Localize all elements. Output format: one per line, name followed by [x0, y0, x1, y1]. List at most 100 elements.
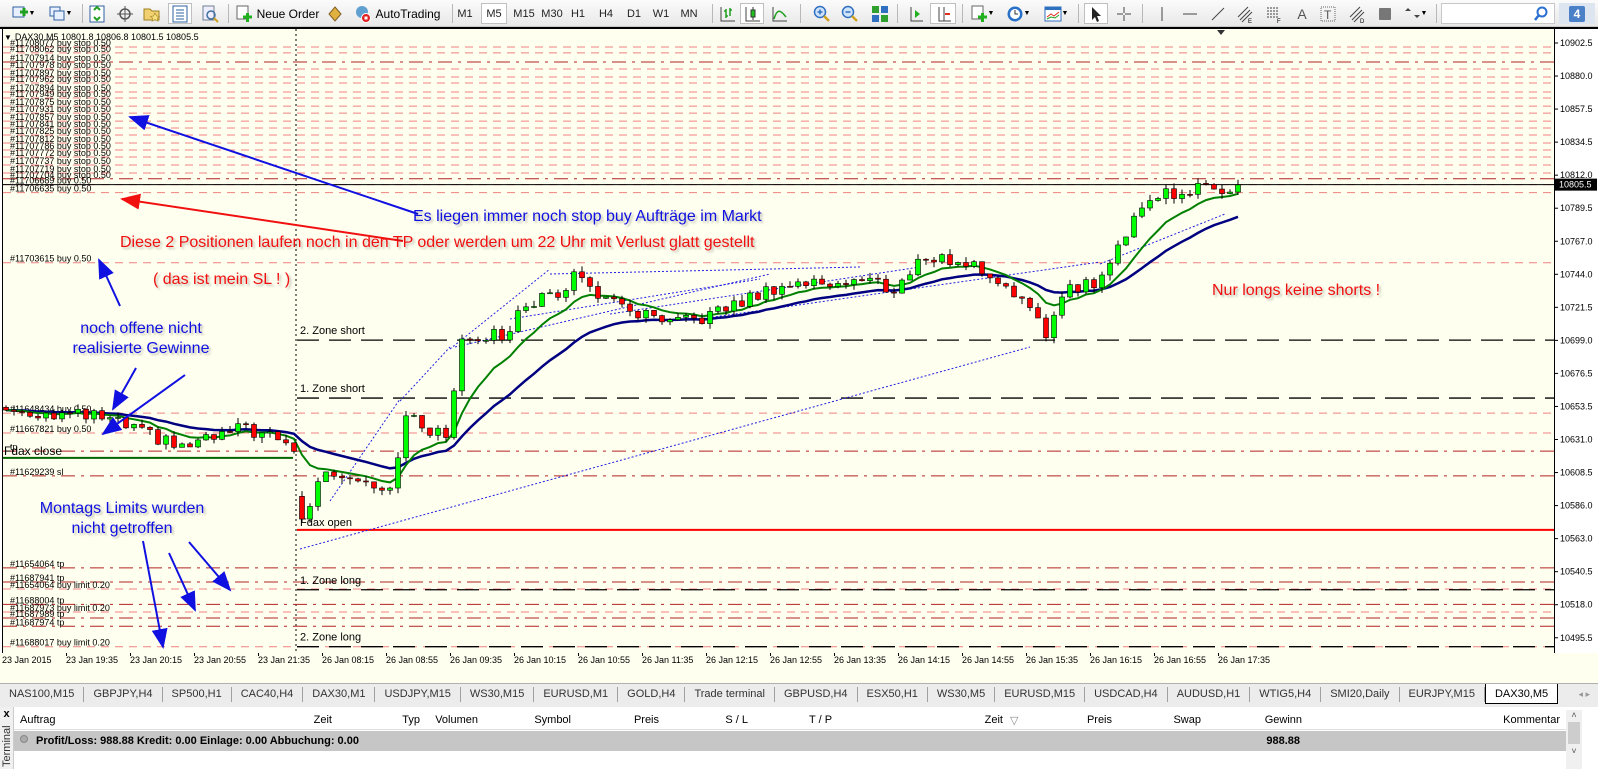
- text-label-button[interactable]: T: [1316, 3, 1340, 24]
- candle-body: [851, 279, 857, 285]
- chart-tab[interactable]: USDCAD,H4: [1085, 687, 1168, 702]
- price-tick-label: 10767.0: [1560, 236, 1593, 246]
- timeframe-d1[interactable]: D1: [621, 3, 647, 24]
- chart-tab[interactable]: EURUSD,M1: [534, 687, 619, 702]
- trendline-button[interactable]: [1206, 3, 1230, 24]
- cursor-button[interactable]: [1084, 3, 1108, 24]
- candle-body: [987, 273, 993, 279]
- col-swap[interactable]: Swap: [1173, 714, 1201, 726]
- chart-shift-button[interactable]: [930, 3, 956, 24]
- timeframe-m1[interactable]: M1: [452, 3, 478, 24]
- candle-body: [1219, 188, 1225, 194]
- chart-tab[interactable]: SMI20,Daily: [1321, 687, 1400, 702]
- new-order-button[interactable]: Neue Order: [234, 3, 320, 24]
- crosshair-button[interactable]: [1112, 3, 1136, 24]
- chart-tab[interactable]: WS30,M5: [928, 687, 996, 702]
- candle-body: [155, 429, 161, 445]
- col-volumen[interactable]: Volumen: [435, 714, 478, 726]
- search-input[interactable]: [1441, 3, 1555, 24]
- zoom-in-button[interactable]: [810, 3, 834, 24]
- chart-tab[interactable]: DAX30,M1: [303, 687, 376, 702]
- candle-body: [331, 471, 337, 477]
- col-typ[interactable]: Typ: [402, 714, 420, 726]
- chart-tab[interactable]: WTIG5,H4: [1250, 687, 1322, 702]
- scroll-up-icon[interactable]: ˄: [1566, 710, 1582, 720]
- market-watch-button[interactable]: [86, 3, 108, 24]
- tile-windows-button[interactable]: [868, 3, 892, 24]
- time-tick-label: 26 Jan 10:55: [578, 655, 631, 665]
- col-sl[interactable]: S / L: [725, 714, 748, 726]
- navigator-button[interactable]: [168, 3, 192, 24]
- candle-body: [739, 300, 745, 307]
- chart-tab[interactable]: NAS100,M15: [0, 687, 85, 702]
- periods-button[interactable]: ▼: [1002, 3, 1034, 24]
- timeframe-w1[interactable]: W1: [648, 3, 674, 24]
- rectangle-button[interactable]: [1373, 3, 1397, 24]
- timeframe-m5[interactable]: M5: [481, 3, 507, 24]
- indicators-button[interactable]: ▼: [966, 3, 998, 24]
- navigator-favorites-button[interactable]: [141, 3, 163, 24]
- new-chart-button[interactable]: ▼: [6, 3, 40, 24]
- notifications-button[interactable]: 4: [1559, 3, 1595, 24]
- terminal-sidebar: x Terminal: [0, 707, 14, 769]
- chart-tab[interactable]: Trade terminal: [685, 687, 775, 702]
- line-chart-button[interactable]: [768, 3, 790, 24]
- chart-tab[interactable]: EURUSD,M15: [995, 687, 1086, 702]
- chart-tab[interactable]: CAC40,H4: [232, 687, 304, 702]
- chart-tab[interactable]: SP500,H1: [163, 687, 232, 702]
- chart-tab[interactable]: GBPUSD,H4: [775, 687, 858, 702]
- col-preis-close[interactable]: Preis: [1087, 714, 1112, 726]
- auto-scroll-button[interactable]: [903, 3, 927, 24]
- chart-tab[interactable]: AUDUSD,H1: [1168, 687, 1251, 702]
- time-tick-label: 26 Jan 14:55: [962, 655, 1015, 665]
- time-tick: [194, 653, 195, 656]
- text-tool-button[interactable]: A: [1290, 3, 1314, 24]
- chart-tab[interactable]: EURJPY,M15: [1400, 687, 1485, 702]
- timeframe-h1[interactable]: H1: [565, 3, 591, 24]
- chart-tab[interactable]: GOLD,H4: [618, 687, 686, 702]
- col-zeit[interactable]: Zeit: [314, 714, 332, 726]
- chart-tab[interactable]: GBPJPY,H4: [84, 687, 163, 702]
- chart-tab[interactable]: WS30,M15: [461, 687, 535, 702]
- timeframe-m15[interactable]: M15: [509, 3, 539, 24]
- horizontal-line-button[interactable]: [1178, 3, 1202, 24]
- arrows-button[interactable]: ▼: [1400, 3, 1430, 24]
- fibonacci-button[interactable]: F: [1262, 3, 1286, 24]
- autotrading-button[interactable]: AutoTrading: [348, 3, 446, 24]
- terminal-scrollbar[interactable]: ˄ ˅: [1566, 710, 1582, 769]
- price-tick-label: 10902.5: [1560, 38, 1593, 48]
- terminal-close-button[interactable]: x: [0, 708, 13, 720]
- chart-tab[interactable]: DAX30,M5: [1484, 684, 1559, 704]
- candle-body: [795, 281, 801, 287]
- zoom-out-button[interactable]: [838, 3, 862, 24]
- col-gewinn[interactable]: Gewinn: [1265, 714, 1302, 726]
- templates-button[interactable]: ▼: [1040, 3, 1072, 24]
- profiles-button[interactable]: ▼: [44, 3, 76, 24]
- col-symbol[interactable]: Symbol: [534, 714, 571, 726]
- scroll-thumb[interactable]: [1568, 722, 1580, 744]
- timeframe-mn[interactable]: MN: [675, 3, 703, 24]
- col-zeit-close[interactable]: Zeit: [985, 714, 1003, 726]
- andrews-pitchfork-button[interactable]: D: [1345, 3, 1369, 24]
- col-kommentar[interactable]: Kommentar: [1503, 714, 1560, 726]
- chart-window[interactable]: #11708077 buy stop 0.50 #11708062 buy sto…: [0, 27, 1598, 682]
- summary-row[interactable]: Profit/Loss: 988.88 Kredit: 0.00 Einlage…: [14, 731, 1566, 751]
- bar-chart-button[interactable]: [716, 3, 738, 24]
- col-tp[interactable]: T / P: [809, 714, 832, 726]
- cursor-arrow-icon: [1092, 6, 1101, 22]
- vertical-line-button[interactable]: [1150, 3, 1174, 24]
- metaeditor-button[interactable]: [324, 3, 346, 24]
- timeframe-h4[interactable]: H4: [593, 3, 619, 24]
- timeframe-m30[interactable]: M30: [537, 3, 567, 24]
- annotation-gains-line1: noch offene nicht: [80, 320, 202, 337]
- data-window-button[interactable]: [114, 3, 136, 24]
- candlestick-chart-button[interactable]: [740, 3, 764, 24]
- scroll-down-icon[interactable]: ˅: [1566, 746, 1582, 756]
- tab-scroll-arrows[interactable]: ◂ ▸: [1570, 684, 1598, 705]
- col-preis[interactable]: Preis: [634, 714, 659, 726]
- chart-tab[interactable]: ESX50,H1: [858, 687, 928, 702]
- chart-tab[interactable]: USDJPY,M15: [375, 687, 461, 702]
- strategy-tester-button[interactable]: [198, 3, 222, 24]
- equidistant-channel-button[interactable]: E: [1233, 3, 1257, 24]
- col-auftrag[interactable]: Auftrag: [20, 714, 55, 726]
